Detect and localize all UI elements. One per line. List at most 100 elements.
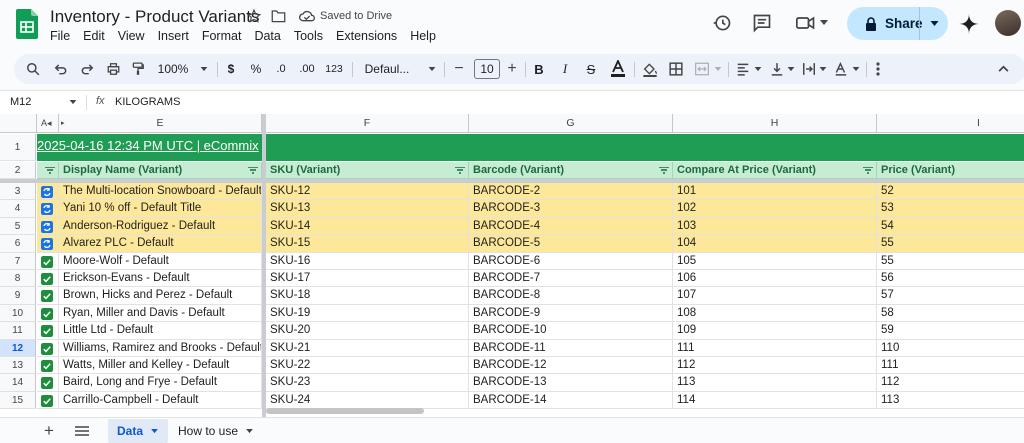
sku-cell[interactable]: SKU-16 xyxy=(266,253,469,270)
spreadsheet-grid[interactable]: A◂ ▸ E F G H I 1 2025-04-16 12:34 PM UTC … xyxy=(0,114,1024,417)
wrap-dropdown-icon[interactable] xyxy=(819,67,827,72)
checkbox-checked-icon[interactable] xyxy=(41,395,53,407)
sync-pending-icon[interactable] xyxy=(41,203,53,215)
compare-price-cell[interactable]: 103 xyxy=(673,218,877,235)
name-box-dropdown-icon[interactable] xyxy=(69,100,77,105)
filter-icon[interactable] xyxy=(455,167,465,174)
merge-dropdown-icon[interactable] xyxy=(714,67,722,72)
all-sheets-icon[interactable] xyxy=(75,426,89,436)
sku-cell[interactable]: SKU-15 xyxy=(266,235,469,253)
barcode-cell[interactable]: BARCODE-9 xyxy=(469,305,673,322)
compare-price-cell[interactable]: 111 xyxy=(673,340,877,357)
borders-icon[interactable] xyxy=(669,62,683,76)
display-name-cell[interactable]: Anderson-Rodriguez - Default xyxy=(59,218,262,235)
header-display-name[interactable]: Display Name (Variant) xyxy=(59,162,262,179)
price-cell[interactable]: 55 xyxy=(877,253,1024,270)
zoom-dropdown-icon[interactable] xyxy=(200,67,208,72)
row-header-14[interactable]: 14 xyxy=(0,374,36,392)
barcode-cell[interactable]: BARCODE-14 xyxy=(469,392,673,409)
menu-file[interactable]: File xyxy=(50,29,70,43)
search-menus-icon[interactable] xyxy=(26,62,40,76)
compare-price-cell[interactable]: 109 xyxy=(673,322,877,340)
display-name-cell[interactable]: Yani 10 % off - Default Title xyxy=(59,200,262,218)
checkbox-checked-icon[interactable] xyxy=(41,308,53,320)
select-all-corner[interactable] xyxy=(0,114,37,133)
comments-icon[interactable] xyxy=(752,13,772,33)
filter-icon[interactable] xyxy=(45,167,55,174)
rotation-dropdown-icon[interactable] xyxy=(852,67,860,72)
row-header-2[interactable]: 2 xyxy=(0,162,36,179)
saved-status[interactable]: Saved to Drive xyxy=(299,10,392,22)
display-name-cell[interactable]: Carrillo-Campbell - Default xyxy=(59,392,262,409)
fill-color-icon[interactable] xyxy=(642,61,658,77)
column-header-e[interactable]: ▸ E xyxy=(59,114,262,133)
barcode-cell[interactable]: BARCODE-8 xyxy=(469,287,673,305)
filter-icon[interactable] xyxy=(863,167,873,174)
sync-pending-icon[interactable] xyxy=(41,221,53,233)
display-name-cell[interactable]: Erickson-Evans - Default xyxy=(59,270,262,287)
sheets-logo-icon[interactable] xyxy=(16,9,38,39)
row-header-7[interactable]: 7 xyxy=(0,253,36,270)
user-avatar[interactable] xyxy=(995,10,1021,36)
header-compare-price[interactable]: Compare At Price (Variant) xyxy=(673,162,877,179)
sync-pending-icon[interactable] xyxy=(41,186,53,198)
barcode-cell[interactable]: BARCODE-12 xyxy=(469,357,673,374)
sheet-tab-dropdown-icon[interactable] xyxy=(151,428,158,434)
sheet-tab-data[interactable]: Data xyxy=(108,419,168,443)
price-cell[interactable]: 57 xyxy=(877,287,1024,305)
sync-pending-icon[interactable] xyxy=(41,238,53,250)
barcode-cell[interactable]: BARCODE-11 xyxy=(469,340,673,357)
display-name-cell[interactable]: Little Ltd - Default xyxy=(59,322,262,340)
price-cell[interactable]: 112 xyxy=(877,374,1024,392)
banner-link[interactable]: 2025-04-16 12:34 PM UTC | eCommix xyxy=(37,138,259,153)
sku-cell[interactable]: SKU-18 xyxy=(266,287,469,305)
compare-price-cell[interactable]: 104 xyxy=(673,235,877,253)
header-barcode[interactable]: Barcode (Variant) xyxy=(469,162,673,179)
price-cell[interactable]: 59 xyxy=(877,322,1024,340)
sku-cell[interactable]: SKU-20 xyxy=(266,322,469,340)
valign-dropdown-icon[interactable] xyxy=(787,67,795,72)
row-header-4[interactable]: 4 xyxy=(0,200,36,218)
header-price[interactable]: Price (Variant) xyxy=(877,162,1024,179)
checkbox-checked-icon[interactable] xyxy=(41,325,53,337)
sku-cell[interactable]: SKU-14 xyxy=(266,218,469,235)
checkbox-checked-icon[interactable] xyxy=(41,273,53,285)
sheet-tab-how-to-use[interactable]: How to use xyxy=(178,419,253,443)
barcode-cell[interactable]: BARCODE-10 xyxy=(469,322,673,340)
name-box[interactable]: M12 xyxy=(10,96,31,108)
barcode-cell[interactable]: BARCODE-4 xyxy=(469,218,673,235)
menu-extensions[interactable]: Extensions xyxy=(336,29,397,43)
row-header-12[interactable]: 12 xyxy=(0,340,36,357)
price-cell[interactable]: 58 xyxy=(877,305,1024,322)
font-dropdown-icon[interactable] xyxy=(428,67,436,72)
filter-icon[interactable] xyxy=(659,167,669,174)
row-header-6[interactable]: 6 xyxy=(0,235,36,253)
sku-cell[interactable]: SKU-23 xyxy=(266,374,469,392)
sku-cell[interactable]: SKU-22 xyxy=(266,357,469,374)
display-name-cell[interactable]: The Multi-location Snowboard - Default T… xyxy=(59,183,262,200)
compare-price-cell[interactable]: 105 xyxy=(673,253,877,270)
horizontal-scrollbar[interactable] xyxy=(266,408,424,414)
increase-decimal-button[interactable]: .00 xyxy=(296,54,318,84)
barcode-cell[interactable]: BARCODE-5 xyxy=(469,235,673,253)
italic-button[interactable]: I xyxy=(559,54,571,84)
price-cell[interactable]: 55 xyxy=(877,235,1024,253)
display-name-cell[interactable]: Baird, Long and Frye - Default xyxy=(59,374,262,392)
row-header-11[interactable]: 11 xyxy=(0,322,36,340)
checkbox-checked-icon[interactable] xyxy=(41,343,53,355)
price-cell[interactable]: 56 xyxy=(877,270,1024,287)
checkbox-checked-icon[interactable] xyxy=(41,377,53,389)
compare-price-cell[interactable]: 112 xyxy=(673,357,877,374)
sku-cell[interactable]: SKU-17 xyxy=(266,270,469,287)
add-sheet-button[interactable]: + xyxy=(44,419,54,443)
compare-price-cell[interactable]: 102 xyxy=(673,200,877,218)
frozen-column-divider[interactable] xyxy=(262,114,266,417)
barcode-cell[interactable]: BARCODE-7 xyxy=(469,270,673,287)
row-header-9[interactable]: 9 xyxy=(0,287,36,305)
display-name-cell[interactable]: Williams, Ramirez and Brooks - Default xyxy=(59,340,262,357)
halign-dropdown-icon[interactable] xyxy=(754,67,762,72)
sku-cell[interactable]: SKU-19 xyxy=(266,305,469,322)
text-rotation-icon[interactable] xyxy=(834,62,848,76)
sku-cell[interactable]: SKU-13 xyxy=(266,200,469,218)
merge-cells-icon[interactable] xyxy=(694,62,710,76)
